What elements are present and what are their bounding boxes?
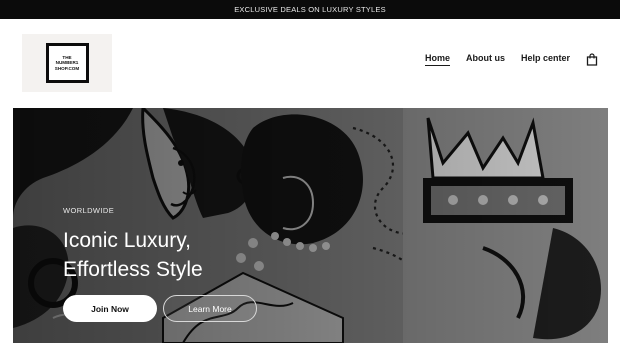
nav-item-help-center[interactable]: Help center — [521, 53, 570, 66]
hero-headline: Iconic Luxury, Effortless Style — [63, 226, 323, 284]
hero-eyebrow: WORLDWIDE — [63, 206, 115, 215]
site-logo[interactable]: THE NUMBER1 SHOP.COM — [22, 34, 112, 92]
logo-mark: THE NUMBER1 SHOP.COM — [45, 43, 89, 83]
shopping-bag-icon[interactable] — [586, 53, 598, 66]
announcement-bar: EXCLUSIVE DEALS ON LUXURY STYLES — [0, 0, 620, 19]
nav-item-home[interactable]: Home — [424, 53, 450, 66]
site-header: THE NUMBER1 SHOP.COM Home About us Help … — [0, 19, 620, 108]
hero-headline-line-1: Iconic Luxury, — [63, 229, 191, 252]
hero-banner: WORLDWIDE Iconic Luxury, Effortless Styl… — [13, 108, 608, 343]
hero-headline-line-2: Effortless Style — [63, 258, 203, 281]
nav-item-about-us[interactable]: About us — [466, 53, 505, 66]
announcement-text: EXCLUSIVE DEALS ON LUXURY STYLES — [234, 5, 386, 14]
learn-more-button[interactable]: Learn More — [163, 295, 257, 322]
logo-line-3: SHOP.COM — [54, 65, 80, 71]
main-nav: Home About us Help center — [409, 53, 598, 66]
join-now-button[interactable]: Join Now — [63, 295, 157, 322]
